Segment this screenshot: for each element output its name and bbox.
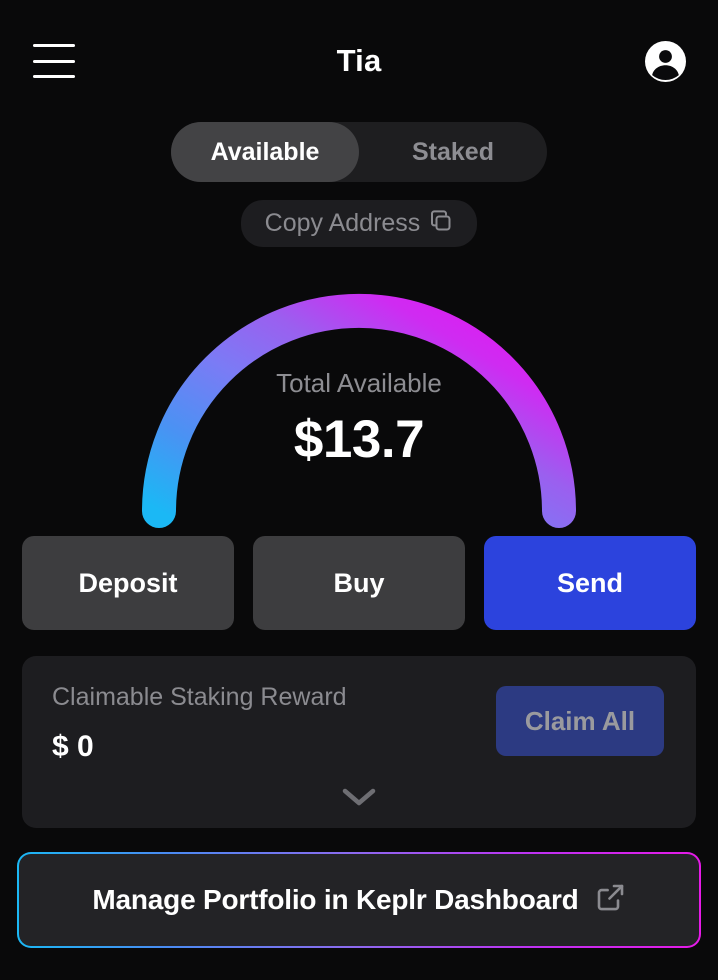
copy-address-row: Copy Address xyxy=(0,200,718,247)
action-button-row: Deposit Buy Send xyxy=(0,536,718,630)
buy-button[interactable]: Buy xyxy=(253,536,465,630)
dashboard-gradient-border: Manage Portfolio in Keplr Dashboard xyxy=(17,852,701,948)
gauge-value: $13.7 xyxy=(293,410,425,469)
send-button[interactable]: Send xyxy=(484,536,696,630)
send-label: Send xyxy=(556,567,623,598)
tab-available[interactable]: Available xyxy=(171,122,359,182)
wallet-app: Tia Available Staked Copy Address Total … xyxy=(0,0,718,980)
claim-all-button[interactable]: Claim All xyxy=(496,686,664,756)
manage-portfolio-label: Manage Portfolio in Keplr Dashboard xyxy=(92,884,579,915)
gauge-center-text: Total Available $13.7 xyxy=(0,367,718,472)
copy-address-button[interactable]: Copy Address xyxy=(240,200,478,247)
page-title: Tia xyxy=(336,43,382,78)
user-avatar-icon[interactable] xyxy=(645,41,686,82)
buy-label: Buy xyxy=(333,567,385,598)
deposit-button[interactable]: Deposit xyxy=(22,536,234,630)
balance-tabs: Available Staked xyxy=(0,122,718,182)
tab-staked-label: Staked xyxy=(412,137,494,166)
expand-rewards-toggle[interactable] xyxy=(22,787,696,812)
chevron-down-icon xyxy=(342,787,376,812)
total-available-gauge: Total Available $13.7 xyxy=(0,253,718,535)
deposit-label: Deposit xyxy=(78,567,178,598)
tab-track: Available Staked xyxy=(171,122,547,182)
gauge-label: Total Available xyxy=(276,368,442,398)
external-link-icon xyxy=(595,882,626,918)
claim-all-label: Claim All xyxy=(524,705,636,736)
claimable-staking-reward-card: Claimable Staking Reward $ 0 Claim All xyxy=(22,656,696,828)
tab-staked[interactable]: Staked xyxy=(359,122,547,182)
app-header: Tia xyxy=(0,0,718,118)
copy-address-label: Copy Address xyxy=(264,209,421,237)
copy-icon xyxy=(430,209,453,238)
manage-portfolio-button[interactable]: Manage Portfolio in Keplr Dashboard xyxy=(19,854,699,946)
tab-available-label: Available xyxy=(210,137,320,166)
